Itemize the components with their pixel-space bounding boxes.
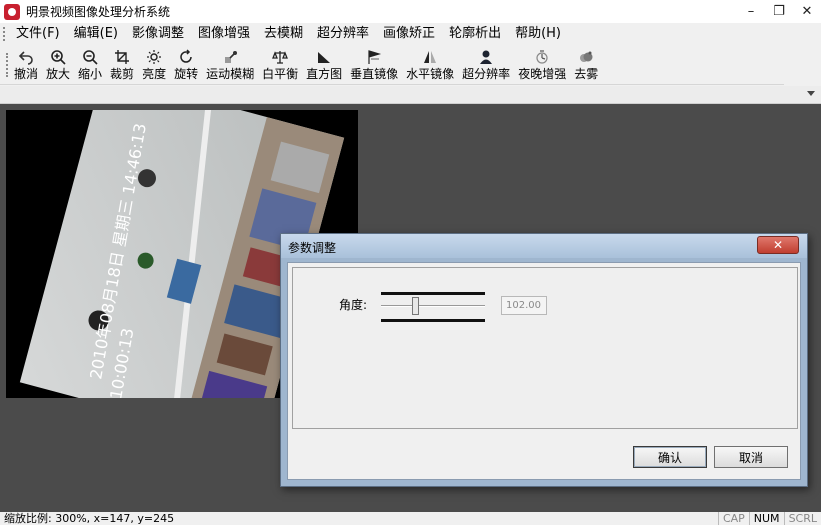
scrl-indicator: SCRL (783, 512, 821, 525)
histogram-button[interactable]: 直方图 (302, 45, 346, 85)
maximize-button[interactable]: ❐ (765, 0, 793, 23)
close-button[interactable]: ✕ (793, 0, 821, 23)
status-bar: 缩放比例: 300%, x=147, y=245 CAP NUM SCRL (0, 512, 821, 525)
dehaze-icon (580, 51, 593, 62)
vertical-mirror-button[interactable]: 垂直镜像 (346, 45, 402, 85)
undo-button[interactable]: 撤消 (10, 45, 42, 85)
night-enhance-icon (536, 50, 548, 64)
menu-edit[interactable]: 编辑(E) (67, 23, 125, 44)
night-enhance-button[interactable]: 夜晚增强 (514, 45, 570, 85)
brightness-button[interactable]: 亮度 (138, 45, 170, 85)
horizontal-mirror-icon (424, 51, 437, 63)
cancel-button[interactable]: 取消 (714, 446, 788, 468)
title-bar: 明景视频图像处理分析系统 – ❐ ✕ (0, 0, 821, 23)
toolbar: 撤消 放大 缩小 裁剪 亮度 旋转 运动模糊 白平衡 直方图 垂直镜像 水平镜像 (0, 45, 784, 85)
menu-deblur[interactable]: 去模糊 (257, 23, 310, 44)
brightness-label: 亮度 (142, 67, 167, 81)
dialog-titlebar[interactable]: 参数调整 ✕ (281, 234, 807, 258)
parameter-group: 角度: (292, 267, 798, 429)
menu-bar: 文件(F) 编辑(E) 影像调整 图像增强 去模糊 超分辨率 画像矫正 轮廓析出… (0, 23, 821, 44)
horizontal-mirror-label: 水平镜像 (406, 67, 455, 81)
toolbar-grip[interactable] (6, 53, 12, 77)
menu-help[interactable]: 帮助(H) (508, 23, 568, 44)
dialog-title: 参数调整 (288, 241, 337, 255)
night-enhance-label: 夜晚增强 (518, 67, 567, 81)
undo-label: 撤消 (14, 67, 39, 81)
super-resolution-icon (480, 50, 493, 64)
view-tab-bar (0, 86, 821, 104)
angle-slider[interactable] (381, 292, 485, 322)
zoom-in-button[interactable]: 放大 (42, 45, 74, 85)
zoom-in-icon (51, 50, 66, 65)
zoom-in-label: 放大 (46, 67, 71, 81)
histogram-icon (318, 52, 331, 63)
undo-icon (18, 51, 33, 65)
zoom-out-icon (83, 50, 98, 65)
vertical-mirror-label: 垂直镜像 (350, 67, 399, 81)
super-resolution-label: 超分辨率 (462, 67, 511, 81)
angle-label: 角度: (339, 298, 368, 312)
num-indicator: NUM (748, 512, 784, 525)
crop-button[interactable]: 裁剪 (106, 45, 138, 85)
motion-blur-icon (225, 51, 238, 63)
menu-file[interactable]: 文件(F) (9, 23, 67, 44)
dehaze-button[interactable]: 去雾 (570, 45, 602, 85)
menu-super-resolution[interactable]: 超分辨率 (310, 23, 376, 44)
minimize-button[interactable]: – (737, 0, 765, 23)
super-resolution-button[interactable]: 超分辨率 (458, 45, 514, 85)
confirm-button[interactable]: 确认 (633, 446, 707, 468)
white-balance-button[interactable]: 白平衡 (258, 45, 302, 85)
dialog-body: 角度: 确认 取消 (287, 262, 801, 480)
menu-image-enhance[interactable]: 图像增强 (191, 23, 257, 44)
window-title: 明景视频图像处理分析系统 (26, 5, 171, 19)
crop-icon (115, 50, 130, 64)
vertical-mirror-icon (368, 50, 382, 64)
chevron-down-icon[interactable] (807, 91, 815, 96)
horizontal-mirror-button[interactable]: 水平镜像 (402, 45, 458, 85)
slider-tick-top (381, 292, 485, 295)
rotate-label: 旋转 (174, 67, 199, 81)
keyboard-indicators: CAP NUM SCRL (717, 512, 821, 525)
menu-contour[interactable]: 轮廓析出 (442, 23, 508, 44)
motion-blur-button[interactable]: 运动模糊 (202, 45, 258, 85)
white-balance-icon (272, 51, 289, 64)
brightness-icon (147, 50, 162, 64)
white-balance-label: 白平衡 (262, 67, 299, 81)
zoom-status: 缩放比例: 300%, x=147, y=245 (4, 512, 175, 525)
cap-indicator: CAP (717, 512, 749, 525)
app-logo-icon (4, 3, 20, 20)
slider-thumb[interactable] (412, 297, 419, 315)
zoom-out-label: 缩小 (78, 67, 103, 81)
dialog-close-button[interactable]: ✕ (757, 236, 799, 254)
dehaze-label: 去雾 (574, 67, 599, 81)
window-controls: – ❐ ✕ (737, 0, 821, 23)
menu-image-adjust[interactable]: 影像调整 (125, 23, 191, 44)
slider-track (381, 305, 485, 307)
zoom-out-button[interactable]: 缩小 (74, 45, 106, 85)
menu-image-correct[interactable]: 画像矫正 (376, 23, 442, 44)
crop-label: 裁剪 (110, 67, 135, 81)
rotate-button[interactable]: 旋转 (170, 45, 202, 85)
rotate-icon (180, 49, 192, 63)
histogram-label: 直方图 (306, 67, 343, 81)
parameter-dialog: 参数调整 ✕ 角度: 确认 取消 (280, 233, 808, 487)
slider-tick-bottom (381, 319, 485, 322)
angle-value-field[interactable] (501, 296, 547, 315)
motion-blur-label: 运动模糊 (206, 67, 255, 81)
